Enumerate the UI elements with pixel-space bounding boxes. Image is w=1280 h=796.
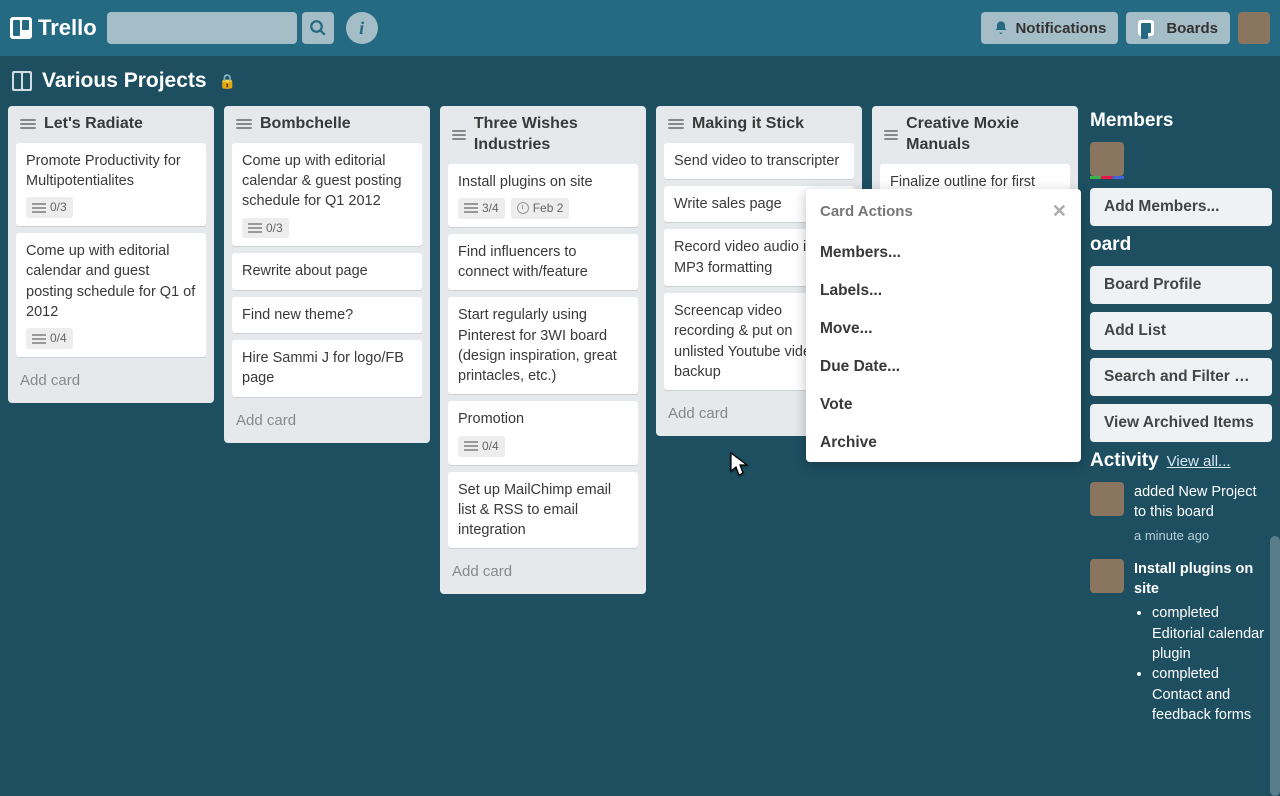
card[interactable]: Come up with editorial calendar & guest … (232, 143, 422, 247)
card[interactable]: Rewrite about page (232, 253, 422, 289)
search-button[interactable] (302, 12, 334, 44)
checklist-badge: 0/3 (242, 218, 289, 239)
list-title[interactable]: Let's Radiate (44, 114, 143, 135)
card[interactable]: Hire Sammi J for logo/FB page (232, 340, 422, 397)
checklist-badge: 0/4 (458, 436, 505, 457)
board-icon (12, 71, 32, 91)
card[interactable]: Find influencers to connect with/feature (448, 234, 638, 291)
card[interactable]: Find new theme? (232, 297, 422, 333)
popover-title: Card Actions (820, 203, 913, 220)
list-title[interactable]: Creative Moxie Manuals (906, 114, 1066, 156)
list-lets-radiate: Let's Radiate Promote Productivity for M… (8, 106, 214, 403)
add-card[interactable]: Add card (448, 555, 638, 590)
members-heading: Members (1090, 110, 1272, 132)
activity-item: Install plugins on site completed Editor… (1090, 559, 1272, 720)
card[interactable]: Promote Productivity for Multipotentiali… (16, 143, 206, 226)
app-header: Trello i Notifications Boards (0, 0, 1280, 56)
popover-archive[interactable]: Archive (806, 424, 1081, 462)
search-input[interactable] (107, 12, 297, 44)
due-badge: Feb 2 (511, 198, 570, 219)
close-icon[interactable]: ✕ (1052, 201, 1067, 222)
card[interactable]: Promotion 0/4 (448, 401, 638, 464)
add-list-button[interactable]: Add List (1090, 312, 1272, 350)
logo-text: Trello (38, 15, 97, 41)
list-menu-icon[interactable] (884, 128, 898, 142)
list-title[interactable]: Making it Stick (692, 114, 804, 135)
add-card[interactable]: Add card (16, 364, 206, 399)
scrollbar[interactable] (1270, 536, 1280, 796)
list-menu-icon[interactable] (236, 117, 252, 131)
checklist-badge: 0/3 (26, 197, 73, 218)
card[interactable]: Set up MailChimp email list & RSS to ema… (448, 472, 638, 549)
notifications-button[interactable]: Notifications (981, 12, 1118, 44)
board-content: Let's Radiate Promote Productivity for M… (0, 106, 1280, 720)
view-all-link[interactable]: View all... (1167, 453, 1231, 470)
member-avatar[interactable] (1090, 142, 1124, 176)
list-title[interactable]: Bombchelle (260, 114, 351, 135)
view-archived-button[interactable]: View Archived Items (1090, 404, 1272, 442)
boards-button[interactable]: Boards (1126, 12, 1230, 44)
activity-item: added New Project to this board a minute… (1090, 482, 1272, 545)
board-title[interactable]: Various Projects (42, 69, 207, 93)
card[interactable]: Start regularly using Pinterest for 3WI … (448, 297, 638, 394)
lock-icon[interactable]: 🔒 (219, 73, 236, 90)
search-icon (309, 19, 327, 37)
activity-avatar[interactable] (1090, 559, 1124, 593)
card-actions-popover: Card Actions ✕ Members... Labels... Move… (806, 189, 1081, 462)
board-heading: oard (1090, 234, 1272, 256)
popover-vote[interactable]: Vote (806, 386, 1081, 424)
card[interactable]: Install plugins on site 3/4 Feb 2 (448, 164, 638, 227)
boards-icon (1138, 20, 1154, 36)
user-avatar[interactable] (1238, 12, 1270, 44)
search-filter-button[interactable]: Search and Filter Car... (1090, 358, 1272, 396)
bell-icon (993, 20, 1009, 36)
list-menu-icon[interactable] (20, 117, 36, 131)
list-menu-icon[interactable] (668, 117, 684, 131)
add-card[interactable]: Add card (232, 404, 422, 439)
activity-heading: Activity (1090, 450, 1159, 472)
checklist-badge: 0/4 (26, 328, 73, 349)
info-button[interactable]: i (346, 12, 378, 44)
checklist-badge: 3/4 (458, 198, 505, 219)
logo[interactable]: Trello (10, 15, 97, 41)
trello-logo-icon (10, 17, 32, 39)
popover-labels[interactable]: Labels... (806, 272, 1081, 310)
board-sidebar: Members Add Members... oard Board Profil… (1078, 106, 1276, 720)
popover-move[interactable]: Move... (806, 310, 1081, 348)
board-header: Various Projects 🔒 (0, 56, 1280, 106)
card[interactable]: Send video to transcripter (664, 143, 854, 179)
list-title[interactable]: Three Wishes Industries (474, 114, 634, 156)
list-bombchelle: Bombchelle Come up with editorial calend… (224, 106, 430, 443)
popover-due-date[interactable]: Due Date... (806, 348, 1081, 386)
activity-avatar[interactable] (1090, 482, 1124, 516)
add-members-button[interactable]: Add Members... (1090, 188, 1272, 226)
list-three-wishes: Three Wishes Industries Install plugins … (440, 106, 646, 594)
card[interactable]: Come up with editorial calendar and gues… (16, 233, 206, 357)
list-menu-icon[interactable] (452, 128, 466, 142)
popover-members[interactable]: Members... (806, 234, 1081, 272)
board-profile-button[interactable]: Board Profile (1090, 266, 1272, 304)
